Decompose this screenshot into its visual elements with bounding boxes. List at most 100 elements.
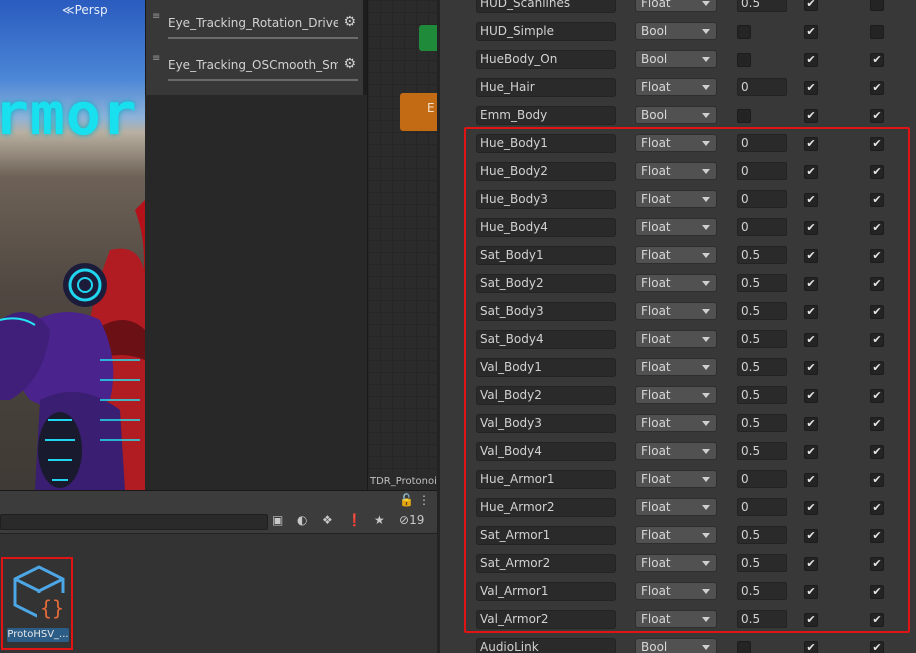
parameter-name-field[interactable]: Hue_Body2 <box>476 162 616 181</box>
default-value-field[interactable]: 0.5 <box>737 414 787 432</box>
parameter-type-dropdown[interactable]: Float <box>635 162 717 180</box>
parameter-row[interactable]: Hue_Body4 Float 0 ✔ ✔ <box>440 213 916 241</box>
saved-checkbox[interactable]: ✔ <box>804 613 818 627</box>
parameter-name-field[interactable]: Sat_Body4 <box>476 330 616 349</box>
scene-view[interactable]: ≪Persp rmor <box>0 0 145 490</box>
synced-checkbox[interactable]: ✔ <box>870 501 884 515</box>
parameter-row[interactable]: Hue_Armor2 Float 0 ✔ ✔ <box>440 493 916 521</box>
parameter-type-dropdown[interactable]: Bool <box>635 106 717 124</box>
parameter-row[interactable]: Sat_Body1 Float 0.5 ✔ ✔ <box>440 241 916 269</box>
synced-checkbox[interactable]: ✔ <box>870 529 884 543</box>
parameter-name-field[interactable]: Hue_Hair <box>476 78 616 97</box>
parameter-row[interactable]: AudioLink Bool ✔ ✔ <box>440 633 916 653</box>
default-value-field[interactable]: 0.5 <box>737 246 787 264</box>
parameter-type-dropdown[interactable]: Bool <box>635 22 717 40</box>
parameter-type-dropdown[interactable]: Float <box>635 274 717 292</box>
saved-checkbox[interactable]: ✔ <box>804 25 818 39</box>
synced-checkbox[interactable]: ✔ <box>870 165 884 179</box>
parameter-row[interactable]: Val_Body1 Float 0.5 ✔ ✔ <box>440 353 916 381</box>
saved-checkbox[interactable]: ✔ <box>804 277 818 291</box>
parameter-row[interactable]: Hue_Body2 Float 0 ✔ ✔ <box>440 157 916 185</box>
parameter-type-dropdown[interactable]: Float <box>635 134 717 152</box>
synced-checkbox[interactable]: ✔ <box>870 361 884 375</box>
default-value-field[interactable]: 0.5 <box>737 526 787 544</box>
saved-checkbox[interactable]: ✔ <box>804 557 818 571</box>
synced-checkbox[interactable]: ✔ <box>870 137 884 151</box>
parameter-row[interactable]: Val_Body4 Float 0.5 ✔ ✔ <box>440 437 916 465</box>
parameter-row[interactable]: Hue_Body1 Float 0 ✔ ✔ <box>440 129 916 157</box>
saved-checkbox[interactable]: ✔ <box>804 165 818 179</box>
parameter-row[interactable]: Sat_Body3 Float 0.5 ✔ ✔ <box>440 297 916 325</box>
parameter-name-field[interactable]: Hue_Armor2 <box>476 498 616 517</box>
saved-checkbox[interactable]: ✔ <box>804 641 818 653</box>
parameter-row[interactable]: Val_Body3 Float 0.5 ✔ ✔ <box>440 409 916 437</box>
default-value-field[interactable]: 0 <box>737 498 787 516</box>
default-value-field[interactable]: 0 <box>737 190 787 208</box>
parameter-type-dropdown[interactable]: Float <box>635 526 717 544</box>
parameter-type-dropdown[interactable]: Float <box>635 470 717 488</box>
parameter-name-field[interactable]: Val_Body4 <box>476 442 616 461</box>
parameter-type-dropdown[interactable]: Float <box>635 246 717 264</box>
parameter-name-field[interactable]: Emm_Body <box>476 106 616 125</box>
parameter-name-field[interactable]: Sat_Body2 <box>476 274 616 293</box>
synced-checkbox[interactable]: ✔ <box>870 221 884 235</box>
parameter-name-field[interactable]: Sat_Body3 <box>476 302 616 321</box>
parameter-name-field[interactable]: Sat_Armor2 <box>476 554 616 573</box>
gear-icon[interactable]: ⚙ <box>343 56 356 72</box>
saved-checkbox[interactable]: ✔ <box>804 193 818 207</box>
parameter-type-dropdown[interactable]: Float <box>635 610 717 628</box>
default-value-field[interactable]: 0.5 <box>737 610 787 628</box>
synced-checkbox[interactable]: ✔ <box>870 305 884 319</box>
default-bool-checkbox[interactable] <box>737 641 751 653</box>
saved-checkbox[interactable]: ✔ <box>804 389 818 403</box>
parameter-type-dropdown[interactable]: Float <box>635 582 717 600</box>
animator-graph[interactable]: E TDR_Protonoid <box>367 0 437 490</box>
synced-checkbox[interactable]: ✔ <box>870 473 884 487</box>
parameter-type-dropdown[interactable]: Float <box>635 302 717 320</box>
saved-checkbox[interactable]: ✔ <box>804 529 818 543</box>
parameter-name-field[interactable]: HUD_Scanlines <box>476 0 616 13</box>
parameter-type-dropdown[interactable]: Float <box>635 442 717 460</box>
saved-checkbox[interactable]: ✔ <box>804 445 818 459</box>
default-value-field[interactable]: 0.5 <box>737 330 787 348</box>
search-by-type-icon[interactable]: ▣ <box>272 513 283 531</box>
default-value-field[interactable]: 0.5 <box>737 582 787 600</box>
label-filter-icon[interactable]: ❖ <box>322 513 333 531</box>
parameter-name-field[interactable]: Hue_Armor1 <box>476 470 616 489</box>
parameter-row[interactable]: Emm_Body Bool ✔ ✔ <box>440 101 916 129</box>
saved-checkbox[interactable]: ✔ <box>804 333 818 347</box>
parameter-row[interactable]: Sat_Armor1 Float 0.5 ✔ ✔ <box>440 521 916 549</box>
synced-checkbox[interactable]: ✔ <box>870 53 884 67</box>
parameter-row[interactable]: Val_Armor1 Float 0.5 ✔ ✔ <box>440 577 916 605</box>
parameter-name-field[interactable]: Val_Body2 <box>476 386 616 405</box>
synced-checkbox[interactable]: ✔ <box>870 557 884 571</box>
synced-checkbox[interactable]: ✔ <box>870 193 884 207</box>
parameter-row[interactable]: Hue_Body3 Float 0 ✔ ✔ <box>440 185 916 213</box>
parameter-type-dropdown[interactable]: Float <box>635 190 717 208</box>
synced-checkbox[interactable]: ✔ <box>870 249 884 263</box>
parameter-type-dropdown[interactable]: Float <box>635 414 717 432</box>
parameter-name-field[interactable]: HUD_Simple <box>476 22 616 41</box>
default-value-field[interactable]: 0 <box>737 134 787 152</box>
parameter-row[interactable]: Val_Armor2 Float 0.5 ✔ ✔ <box>440 605 916 633</box>
saved-checkbox[interactable]: ✔ <box>804 53 818 67</box>
parameter-name-field[interactable]: HueBody_On <box>476 50 616 69</box>
filter-type-icon[interactable]: ◐ <box>297 513 307 531</box>
synced-checkbox[interactable]: ✔ <box>870 81 884 95</box>
parameter-row[interactable]: Hue_Armor1 Float 0 ✔ ✔ <box>440 465 916 493</box>
synced-checkbox[interactable]: ✔ <box>870 585 884 599</box>
warning-icon[interactable]: ❗ <box>347 513 362 531</box>
default-value-field[interactable]: 0.5 <box>737 0 787 12</box>
parameter-type-dropdown[interactable]: Float <box>635 386 717 404</box>
parameter-row[interactable]: HUD_Scanlines Float 0.5 ✔ <box>440 0 916 17</box>
parameter-name-field[interactable]: Val_Armor1 <box>476 582 616 601</box>
synced-checkbox[interactable]: ✔ <box>870 641 884 653</box>
parameter-name-field[interactable]: AudioLink <box>476 638 616 653</box>
asset-item[interactable]: {} ProtoHSV_... <box>1 557 73 650</box>
parameter-type-dropdown[interactable]: Float <box>635 358 717 376</box>
parameter-row[interactable]: Val_Body2 Float 0.5 ✔ ✔ <box>440 381 916 409</box>
parameter-name-field[interactable]: Sat_Armor1 <box>476 526 616 545</box>
parameter-name-field[interactable]: Hue_Body3 <box>476 190 616 209</box>
more-menu-icon[interactable]: ⋮ <box>418 493 430 507</box>
saved-checkbox[interactable]: ✔ <box>804 249 818 263</box>
